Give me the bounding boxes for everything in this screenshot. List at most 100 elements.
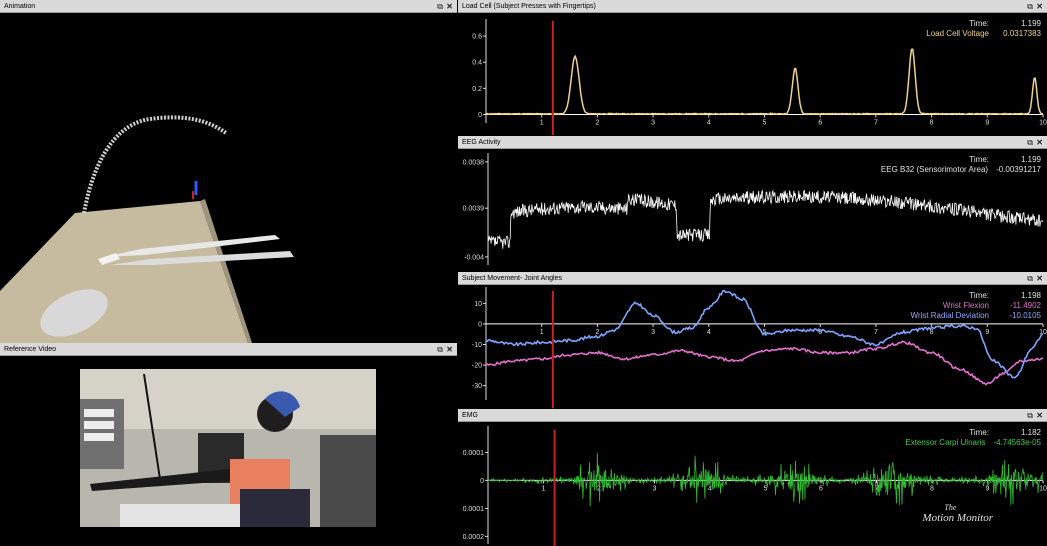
readout-row: Wrist Radial Deviation -10.0105 [910,311,1041,321]
y-tick-label: 0.4 [472,60,482,67]
readout-value: 1.182 [1020,428,1041,437]
readout-label: Time: [969,428,989,437]
x-tick-label: 1 [542,485,546,492]
y-tick-label: 0.0039 [463,206,485,213]
motion-monitor-logo: The Motion Monitor [922,503,993,524]
eeg-panel: EEG Activity ⧉ ✕ 0.0038 0.0039 -0.004 Time… [458,136,1047,271]
x-tick-label: 1 [540,329,544,336]
y-tick-label: 0.6 [472,34,482,41]
panel-title: Load Cell (Subject Presses with Fingerti… [462,3,596,10]
readout-label: EEG B32 (Sensorimotor Area) [880,165,989,174]
readout-value: -10.0105 [1009,311,1041,320]
x-tick-label: 10 [1039,485,1047,492]
y-tick-label: 0.0038 [463,159,485,166]
x-tick-label: 3 [653,485,657,492]
close-icon[interactable]: ✕ [1036,136,1043,149]
x-tick-label: 9 [985,329,989,336]
readout-row: Time: 1.182 [905,428,1041,438]
panel-title: EMG [462,412,478,419]
x-tick-label: 4 [707,329,711,336]
emg-plot-area[interactable]: 0.0001 0 0.0001 0.0002 1 2 3 4 5 6 7 8 9 10 Time: 1.18… [458,422,1047,546]
eeg-readout: Time: 1.199 EEG B32 (Sensorimotor Area) -0.… [881,155,1041,175]
y-tick-label: 10 [474,301,482,308]
x-tick-label: 4 [708,485,712,492]
x-tick-label: 8 [930,485,934,492]
load-cell-titlebar: Load Cell (Subject Presses with Fingerti… [458,0,1047,13]
restore-icon[interactable]: ⧉ [1027,409,1033,422]
x-tick-label: 6 [819,485,823,492]
close-icon[interactable]: ✕ [1036,409,1043,422]
x-tick-label: 3 [651,329,655,336]
video-frame [80,369,376,527]
joint-angles-titlebar: Subject Movement- Joint Angles ⧉ ✕ [458,272,1047,285]
readout-label: Load Cell Voltage [926,29,989,38]
x-tick-label: 2 [595,119,599,126]
restore-icon[interactable]: ⧉ [437,0,443,13]
restore-icon[interactable]: ⧉ [1027,0,1033,13]
animation-viewport[interactable] [0,13,457,343]
x-tick-label: 9 [985,119,989,126]
load-cell-panel: Load Cell (Subject Presses with Fingerti… [458,0,1047,135]
load-cell-series [485,48,1044,116]
readout-row: Wrist Flexion -11.4902 [910,301,1041,311]
panel-title: EEG Activity [462,139,501,146]
readout-value: 1.199 [1020,155,1041,164]
restore-icon[interactable]: ⧉ [1027,272,1033,285]
x-tick-label: 6 [818,119,822,126]
emg-readout: Time: 1.182 Extensor Carpi Ulnaris -4.74563… [905,428,1041,448]
x-tick-label: 9 [986,485,990,492]
panel-title: Subject Movement- Joint Angles [462,275,562,282]
x-tick-label: 10 [1039,329,1047,336]
x-tick-label: 5 [763,119,767,126]
restore-icon[interactable]: ⧉ [437,343,443,356]
x-tick-label: 4 [707,119,711,126]
restore-icon[interactable]: ⧉ [1027,136,1033,149]
y-tick-label: -30 [472,383,482,390]
y-tick-label: -0.004 [464,254,484,261]
reference-video-panel: Reference Video ⧉ ✕ [0,343,457,546]
logo-line2: Motion Monitor [922,512,993,524]
readout-label: Extensor Carpi Ulnaris [905,438,986,447]
reference-video-area [0,356,457,546]
readout-value: -11.4902 [1010,301,1041,310]
readout-value: 1.198 [1020,291,1041,300]
motion-trajectory [82,115,228,214]
y-tick-label: 0.0001 [463,506,485,513]
y-tick-label: 0.0002 [463,534,485,541]
emg-series [487,452,1044,507]
readout-row: Time: 1.199 [926,19,1041,29]
panel-title: Reference Video [4,346,57,353]
close-icon[interactable]: ✕ [446,0,453,13]
readout-row: Load Cell Voltage 0.0317383 [926,29,1041,39]
emg-titlebar: EMG ⧉ ✕ [458,409,1047,422]
animation-titlebar: Animation ⧉ ✕ [0,0,457,13]
joint-angles-plot-area[interactable]: 10 0 -10 -20 -30 1 2 3 4 5 6 7 8 9 10 Time: 1.198 Wrist … [458,285,1047,408]
close-icon[interactable]: ✕ [1036,0,1043,13]
load-cell-plot-area[interactable]: 0 0.2 0.4 0.6 1 2 3 4 5 6 7 8 9 10 Time: 1.199 Load Cel… [458,13,1047,135]
y-tick-label: 0 [480,478,484,485]
x-tick-label: 10 [1039,119,1047,126]
readout-value: -4.74563e-05 [993,438,1041,447]
y-tick-label: 0.2 [472,86,482,93]
readout-label: Time: [969,19,989,28]
wrist-flexion-series [485,340,1044,386]
y-tick-label: 0.0001 [463,450,485,457]
readout-label: Wrist Flexion [942,301,989,310]
x-tick-label: 8 [930,119,934,126]
readout-value: -0.00391217 [996,165,1041,174]
load-cell-readout: Time: 1.199 Load Cell Voltage 0.0317383 [926,19,1041,39]
joint-angles-panel: Subject Movement- Joint Angles ⧉ ✕ 10 0 -1… [458,272,1047,408]
readout-label: Time: [969,155,989,164]
close-icon[interactable]: ✕ [446,343,453,356]
y-tick-label: 0 [478,112,482,119]
joint-angles-readout: Time: 1.198 Wrist Flexion -11.4902 Wrist Rad… [910,291,1041,321]
readout-row: Time: 1.199 [881,155,1041,165]
readout-value: 1.199 [1020,19,1041,28]
y-tick-label: -10 [472,342,482,349]
readout-label: Time: [969,291,989,300]
panel-title: Animation [4,3,36,10]
y-tick-label: 0 [478,321,482,328]
eeg-plot-area[interactable]: 0.0038 0.0039 -0.004 Time: 1.199 EEG B32 (Se… [458,149,1047,271]
close-icon[interactable]: ✕ [1036,272,1043,285]
eeg-titlebar: EEG Activity ⧉ ✕ [458,136,1047,149]
